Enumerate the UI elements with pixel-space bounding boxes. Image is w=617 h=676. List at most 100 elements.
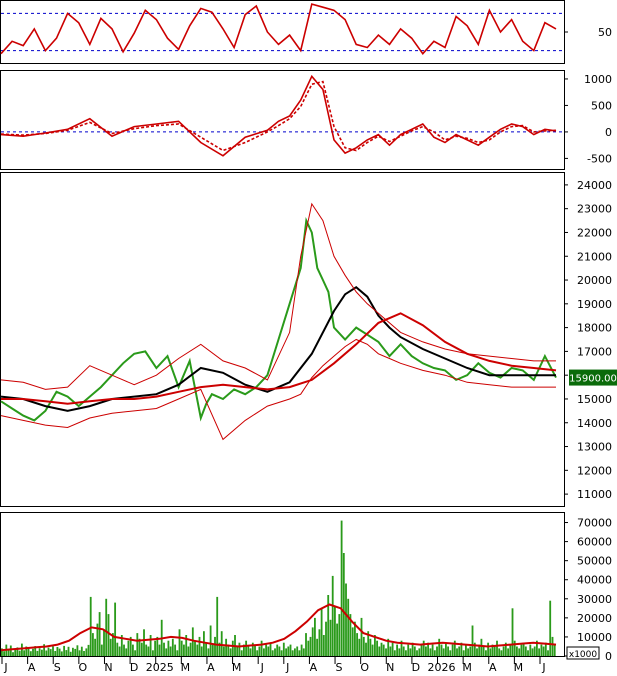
volume-bar — [371, 644, 374, 656]
volume-bar — [449, 650, 452, 656]
time-axis-label: N — [386, 661, 394, 674]
volume-bar — [331, 575, 334, 656]
time-axis-label: J — [541, 661, 545, 674]
volume-bar — [41, 649, 43, 656]
volume-bar — [347, 598, 350, 656]
volume-bar — [318, 629, 321, 656]
volume-bar — [391, 642, 394, 656]
volume-bar — [209, 625, 212, 656]
volume-bar — [103, 629, 105, 656]
volume-bar — [522, 642, 525, 656]
volume-bar — [114, 602, 117, 656]
volume-bar — [294, 648, 296, 656]
volume-bar — [518, 648, 521, 656]
volume-bar — [154, 640, 157, 656]
volume-bar — [496, 640, 498, 656]
volume-bar — [547, 650, 549, 656]
volume-bar — [207, 648, 210, 656]
volume-bar — [322, 635, 325, 656]
volume-bar — [236, 646, 239, 656]
volume-bar — [309, 636, 312, 656]
volume-tick-label: 20000 — [577, 612, 612, 625]
volume-bar — [269, 642, 272, 656]
volume-bar — [229, 648, 232, 656]
volume-bar — [396, 644, 399, 656]
time-axis-label: S — [54, 661, 61, 674]
volume-tick-label: 40000 — [577, 574, 612, 587]
volume-bar — [211, 644, 214, 656]
volume-bar — [336, 623, 339, 656]
volume-bar — [9, 645, 12, 656]
volume-bar — [205, 642, 208, 656]
volume-bar — [465, 644, 467, 656]
last-price-label: 15900.00 — [569, 374, 617, 385]
volume-bar — [289, 644, 292, 656]
volume-bar — [105, 598, 108, 656]
volume-bar — [169, 646, 172, 656]
volume-bar — [365, 642, 367, 656]
volume-bar — [18, 650, 21, 656]
volume-bar — [280, 650, 283, 656]
volume-bar — [458, 646, 461, 656]
time-axis-label: A — [207, 661, 215, 674]
volume-bar — [385, 648, 387, 656]
volume-bar — [100, 644, 103, 656]
volume-bar — [340, 520, 343, 656]
volume-bar — [256, 650, 259, 656]
volume-bar — [265, 644, 268, 656]
volume-bar — [171, 638, 174, 656]
volume-bar — [485, 650, 487, 656]
volume-bar — [314, 617, 316, 656]
volume-bar — [220, 631, 223, 656]
volume-bar — [389, 646, 392, 656]
volume-bar — [260, 640, 263, 656]
volume-bar — [21, 643, 23, 656]
volume-bar — [216, 596, 219, 656]
volume-bar — [482, 646, 485, 656]
volume-bar — [254, 644, 256, 656]
volume-bar — [67, 646, 70, 656]
volume-bar — [132, 644, 134, 656]
time-axis-label: D — [130, 661, 138, 674]
volume-bar — [72, 647, 74, 656]
volume-bar — [422, 640, 425, 656]
volume-bar — [338, 614, 341, 656]
volume-unit-label: x1000 — [569, 650, 598, 660]
price-tick-label: 13000 — [577, 441, 612, 454]
price-series-line — [0, 285, 556, 412]
price-series-line — [0, 202, 556, 390]
price-tick-label: 17000 — [577, 345, 612, 358]
volume-bar — [29, 651, 32, 656]
volume-bar — [187, 646, 190, 656]
volume-bar — [74, 648, 77, 656]
price-tick-label: 11000 — [577, 488, 612, 501]
volume-bar — [429, 648, 432, 656]
volume-bar — [509, 644, 512, 656]
volume-bar — [407, 644, 410, 656]
time-axis-label: M — [232, 661, 242, 674]
volume-bar — [180, 640, 183, 656]
volume-bar — [493, 646, 496, 656]
volume-bar — [405, 650, 407, 656]
volume-bar — [524, 646, 527, 656]
volume-bar — [23, 650, 26, 656]
volume-bar — [176, 650, 179, 656]
volume-bar — [149, 635, 152, 656]
volume-bar — [198, 636, 201, 656]
volume-bar — [267, 646, 270, 656]
volume-bar — [147, 646, 150, 656]
volume-bar — [49, 649, 52, 656]
time-axis-label: A — [310, 661, 318, 674]
macd-series-line — [0, 80, 557, 152]
volume-bar — [247, 646, 250, 656]
volume-bar — [287, 646, 290, 656]
volume-bar — [520, 644, 523, 656]
volume-bar — [354, 621, 356, 656]
volume-bar — [7, 650, 10, 656]
volume-bar — [516, 646, 518, 656]
volume-bar — [245, 640, 248, 656]
volume-bar — [194, 640, 196, 656]
volume-bar — [476, 648, 478, 656]
volume-bar — [134, 650, 137, 656]
volume-bar — [462, 650, 465, 656]
